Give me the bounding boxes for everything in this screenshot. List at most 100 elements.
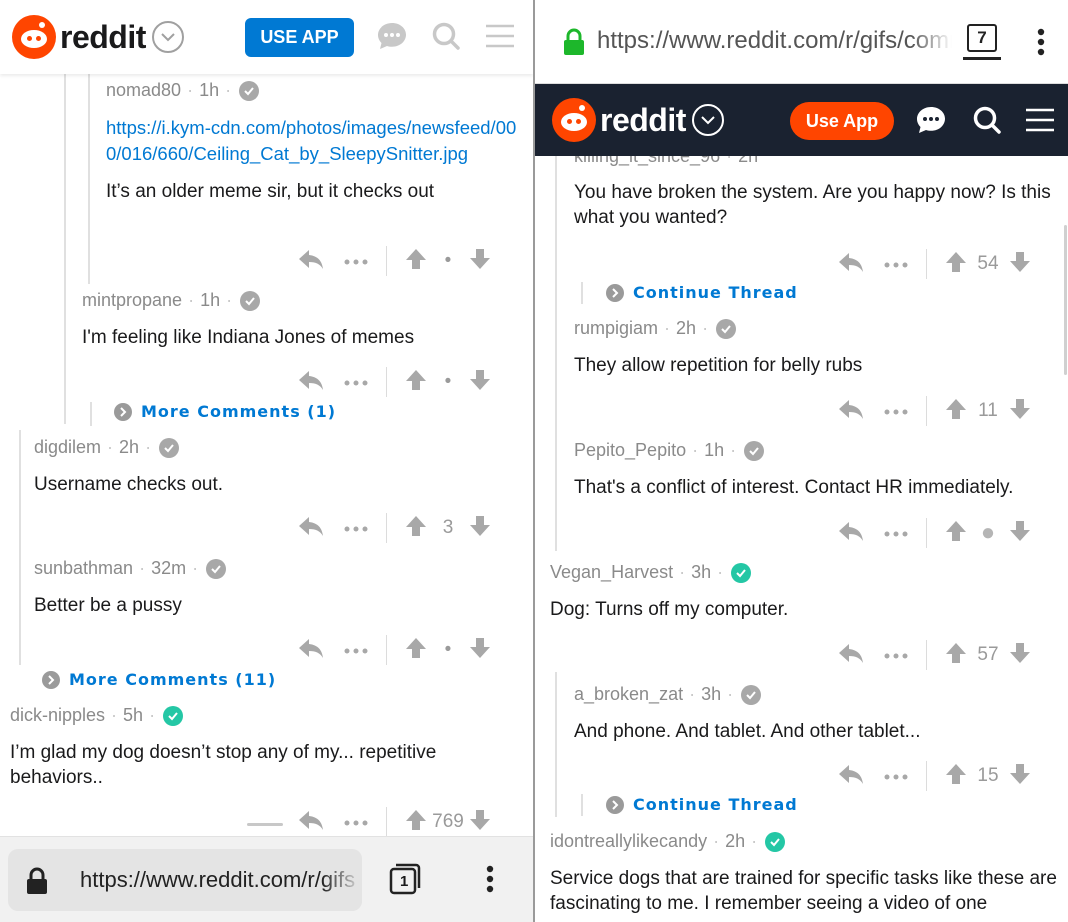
reddit-logo[interactable]: reddit — [552, 98, 724, 142]
comment-author[interactable]: Vegan_Harvest — [550, 562, 673, 583]
search-icon[interactable] — [430, 20, 462, 52]
browser-top-bar: https://www.reddit.com/r/gifs/comments 7 — [535, 0, 1068, 84]
reply-icon[interactable] — [298, 809, 324, 836]
more-comments-label: More Comments (1) — [141, 402, 337, 421]
score: 54 — [977, 253, 999, 274]
reply-icon[interactable] — [838, 642, 864, 669]
comment-body: Better be a pussy — [34, 595, 182, 616]
tabs-button[interactable]: 1 — [388, 862, 422, 896]
comment-body: They allow repetition for belly rubs — [574, 355, 863, 376]
upvote-icon[interactable] — [945, 763, 967, 790]
more-options-icon[interactable] — [884, 646, 908, 664]
chevron-down-icon[interactable] — [691, 104, 724, 136]
more-options-icon[interactable] — [884, 255, 908, 273]
more-options-icon[interactable] — [884, 767, 908, 785]
more-options-icon[interactable] — [884, 402, 908, 420]
upvote-icon[interactable] — [945, 642, 967, 669]
downvote-icon[interactable] — [469, 248, 491, 275]
comment-author[interactable]: digdilem — [34, 437, 101, 458]
right-browser-pane: killing_it_since_96 · 2h You have broken t… — [535, 0, 1068, 922]
scrollbar[interactable] — [1064, 225, 1067, 375]
more-options-icon[interactable] — [344, 373, 368, 391]
drag-handle[interactable] — [247, 823, 283, 826]
left-browser-pane: nomad80 · 1h · https://i.kym-cdn.com/photos… — [0, 0, 533, 922]
comment-link[interactable]: https://i.kym-cdn.com/photos/images/news… — [106, 115, 526, 167]
reply-icon[interactable] — [838, 763, 864, 790]
comment-author[interactable]: idontreallylikecandy — [550, 831, 707, 852]
score: 57 — [977, 644, 999, 665]
reply-icon[interactable] — [298, 248, 324, 275]
continue-thread-link[interactable]: Continue Thread — [606, 283, 798, 302]
more-comments-label: More Comments (11) — [69, 670, 277, 689]
more-comments-link[interactable]: More Comments (11) — [42, 670, 276, 689]
overflow-menu-icon[interactable] — [478, 863, 502, 895]
upvote-icon[interactable] — [405, 637, 427, 664]
check-icon — [206, 558, 227, 579]
comment-actions: • — [298, 635, 491, 665]
menu-icon[interactable] — [1024, 106, 1056, 134]
chevron-right-icon — [42, 670, 60, 689]
address-bar[interactable]: https://www.reddit.com/r/gifs/comments — [597, 27, 952, 55]
chat-icon[interactable] — [376, 20, 408, 52]
comment-killing-it: You have broken the system. Are you happ… — [574, 180, 1060, 230]
downvote-icon[interactable] — [469, 809, 491, 836]
more-options-icon[interactable] — [884, 524, 908, 542]
downvote-icon[interactable] — [469, 515, 491, 542]
reply-icon[interactable] — [298, 515, 324, 542]
check-icon — [716, 318, 737, 339]
reply-icon[interactable] — [838, 251, 864, 278]
chevron-down-icon[interactable] — [151, 21, 184, 53]
use-app-button[interactable]: USE APP — [245, 18, 354, 57]
comment-body: Dog: Turns off my computer. — [550, 599, 789, 620]
more-options-icon[interactable] — [344, 252, 368, 270]
check-icon — [741, 684, 762, 705]
reply-icon[interactable] — [838, 520, 864, 547]
upvote-icon[interactable] — [945, 251, 967, 278]
use-app-button[interactable]: Use App — [790, 102, 894, 140]
continue-thread-link[interactable]: Continue Thread — [606, 795, 798, 814]
upvote-icon[interactable] — [405, 369, 427, 396]
downvote-icon[interactable] — [1009, 398, 1031, 425]
upvote-icon[interactable] — [405, 809, 427, 836]
comment-digdilem: digdilem · 2h · Username checks out. — [34, 437, 514, 497]
continue-thread-label: Continue Thread — [633, 283, 798, 302]
chevron-right-icon — [606, 283, 624, 302]
more-options-icon[interactable] — [344, 519, 368, 537]
chat-icon[interactable] — [915, 104, 947, 136]
more-options-icon[interactable] — [344, 641, 368, 659]
comment-author[interactable]: sunbathman — [34, 558, 133, 579]
comment-author[interactable]: mintpropane — [82, 290, 182, 311]
overflow-menu-icon[interactable] — [1029, 26, 1053, 58]
menu-icon[interactable] — [484, 22, 516, 50]
more-options-icon[interactable] — [344, 813, 368, 831]
downvote-icon[interactable] — [469, 369, 491, 396]
comment-author[interactable]: dick-nipples — [10, 705, 105, 726]
upvote-icon[interactable] — [405, 248, 427, 275]
comment-author[interactable]: a_broken_zat — [574, 684, 683, 705]
downvote-icon[interactable] — [1009, 763, 1031, 790]
tabs-button[interactable]: 7 — [967, 24, 997, 52]
upvote-icon[interactable] — [945, 520, 967, 547]
reply-icon[interactable] — [298, 637, 324, 664]
upvote-icon[interactable] — [405, 515, 427, 542]
reply-icon[interactable] — [298, 369, 324, 396]
comment-actions: 11 — [838, 396, 1031, 426]
downvote-icon[interactable] — [469, 637, 491, 664]
comment-body: Username checks out. — [34, 474, 224, 495]
reddit-logo[interactable]: reddit — [12, 15, 184, 59]
comment-author[interactable]: nomad80 — [106, 80, 181, 101]
downvote-icon[interactable] — [1009, 251, 1031, 278]
comment-age: 2h — [119, 437, 140, 457]
reply-icon[interactable] — [838, 398, 864, 425]
comment-author[interactable]: rumpigiam — [574, 318, 658, 339]
comment-author[interactable]: Pepito_Pepito — [574, 440, 686, 461]
more-comments-link[interactable]: More Comments (1) — [114, 402, 336, 421]
search-icon[interactable] — [971, 104, 1003, 136]
upvote-icon[interactable] — [945, 398, 967, 425]
downvote-icon[interactable] — [1009, 642, 1031, 669]
downvote-icon[interactable] — [1009, 520, 1031, 547]
comment-actions: 54 — [838, 249, 1031, 279]
comment-pepito-pepito: Pepito_Pepito · 1h · That's a conflict of i… — [574, 440, 1060, 500]
address-bar[interactable]: https://www.reddit.com/r/gifs — [8, 849, 362, 911]
brand-wordmark: reddit — [600, 101, 686, 138]
